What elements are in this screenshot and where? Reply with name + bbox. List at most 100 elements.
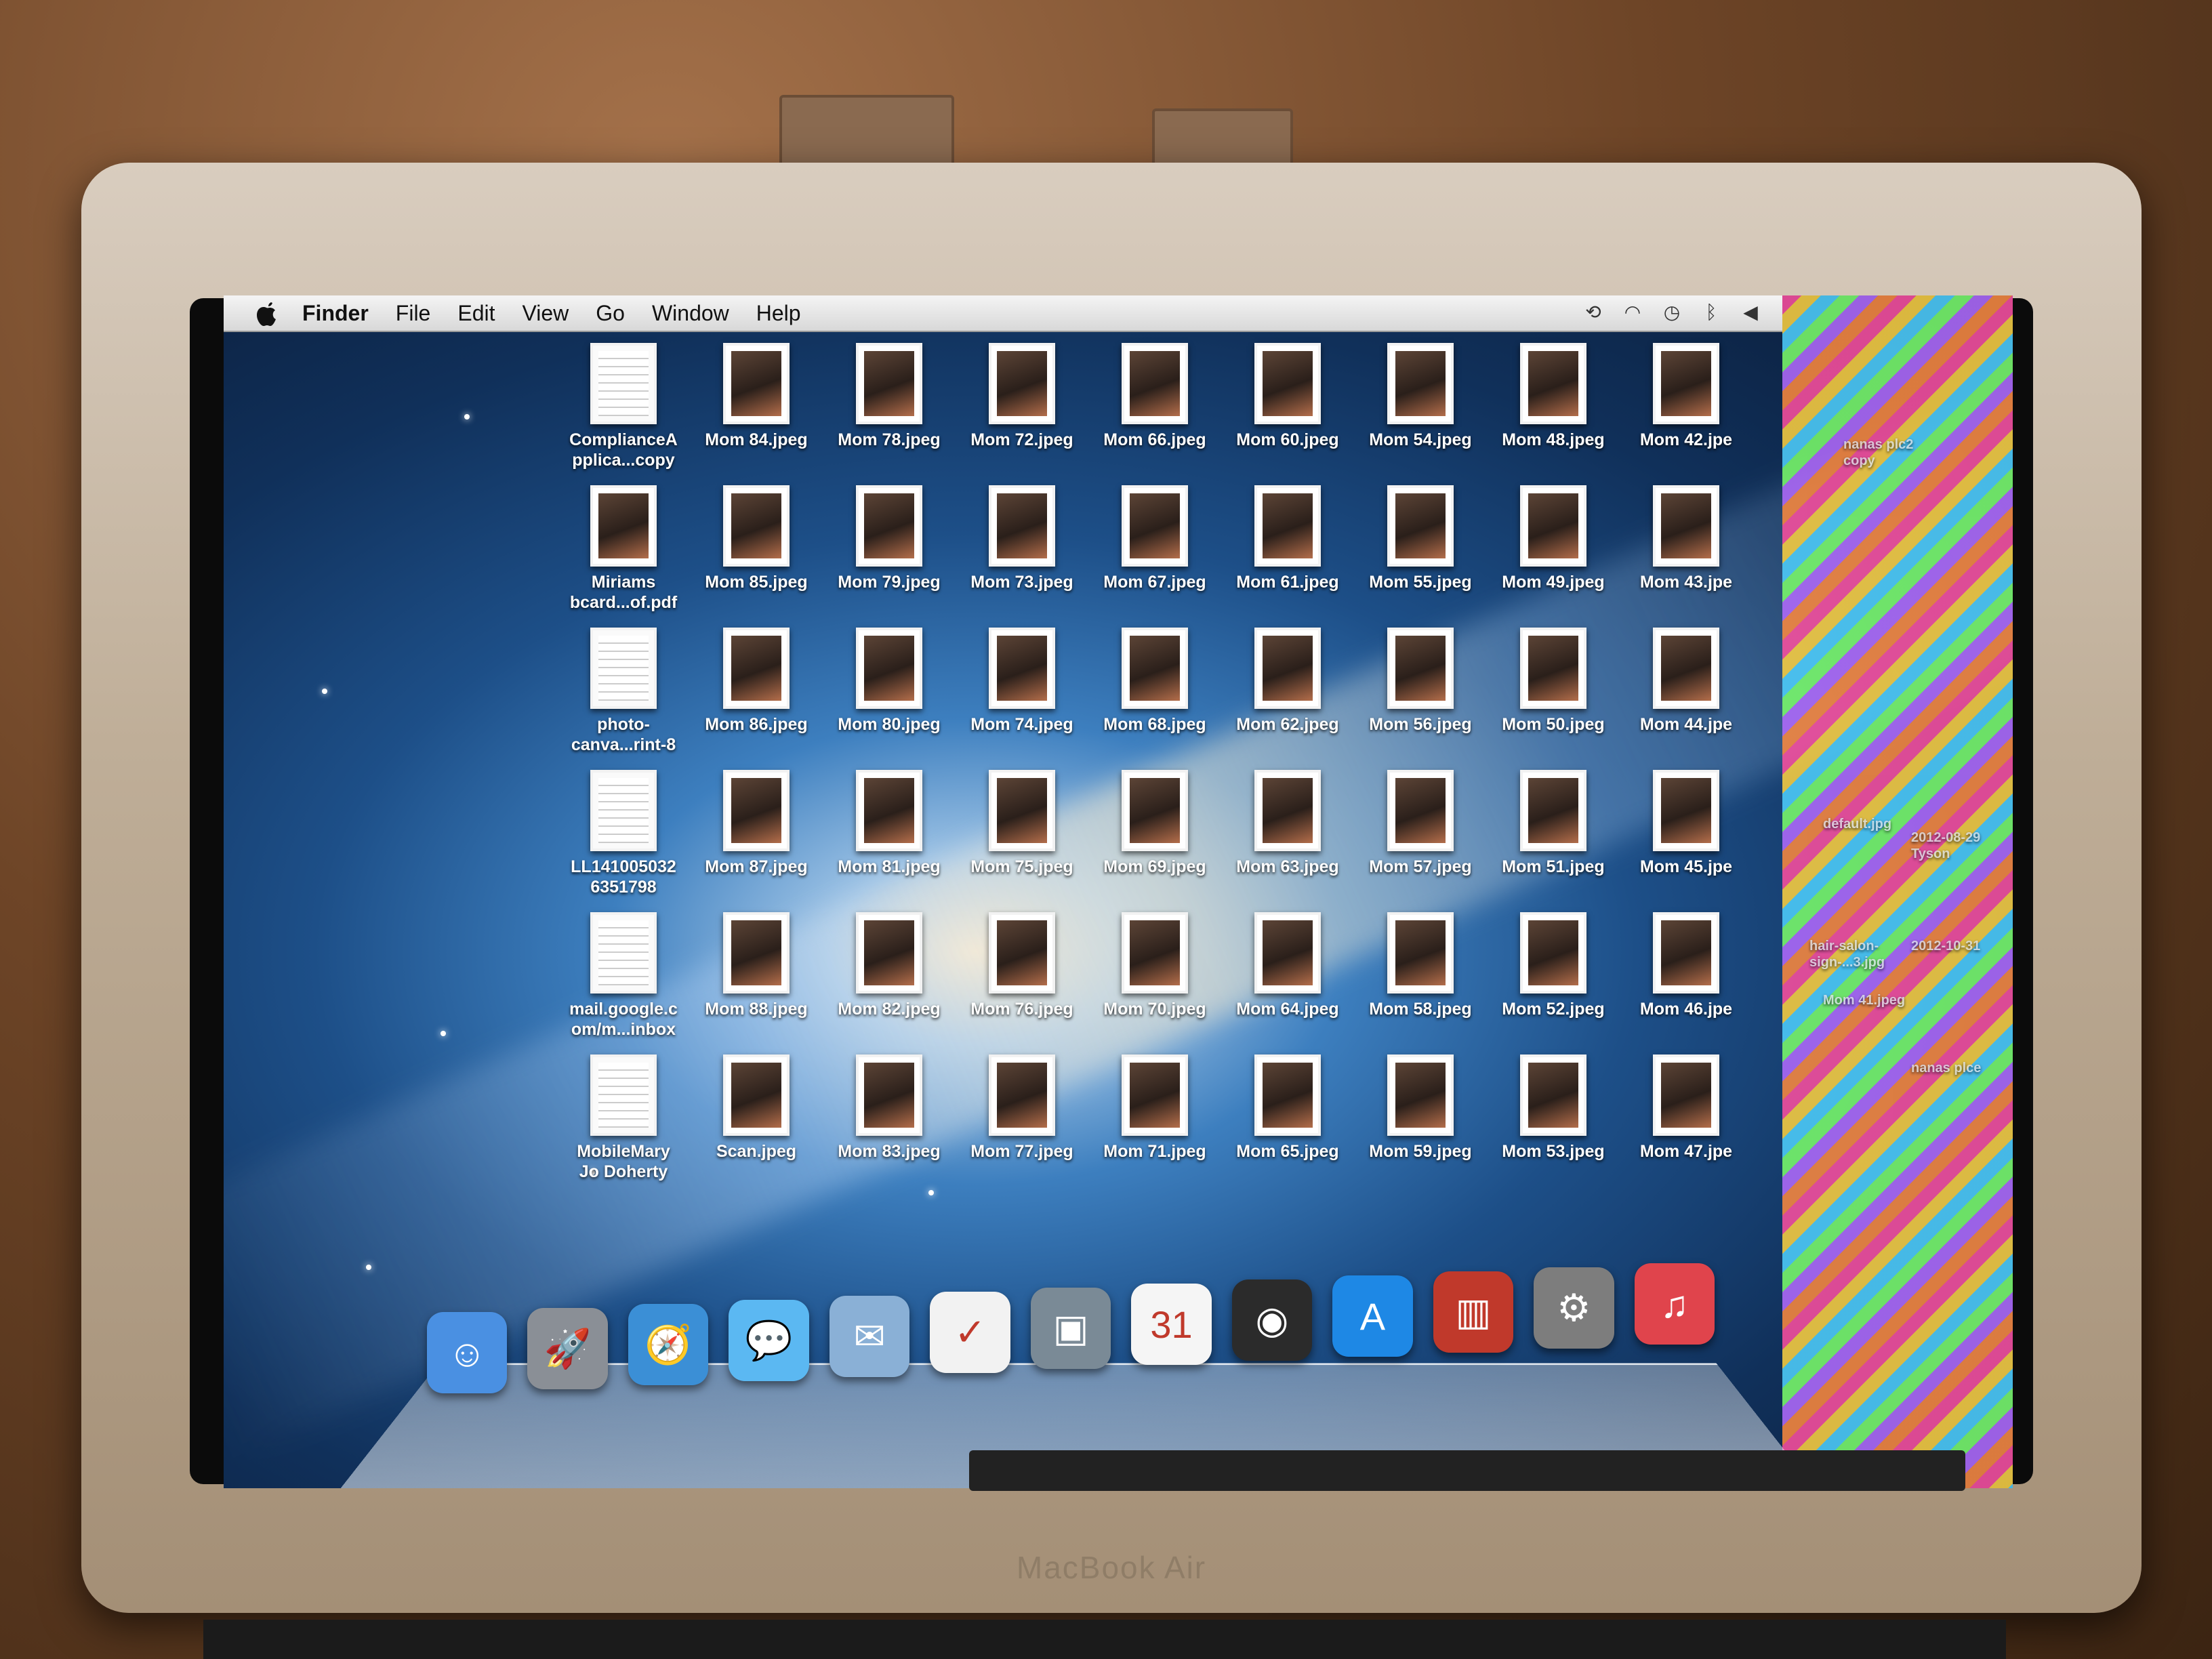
dock-icon-glyph: ▥	[1455, 1290, 1492, 1333]
desktop-icon[interactable]: Mom 82.jpeg	[825, 912, 954, 1019]
desktop-icon[interactable]: Mom 47.jpe	[1622, 1054, 1750, 1162]
desktop-icon[interactable]: Mom 56.jpeg	[1356, 628, 1485, 735]
itunes-dock-icon[interactable]: ♫	[1634, 1263, 1715, 1345]
launchpad-dock-icon[interactable]: 🚀	[527, 1308, 608, 1389]
desktop-icon[interactable]: LL141005032 6351798	[559, 770, 688, 897]
desktop-icon[interactable]: Mom 46.jpe	[1622, 912, 1750, 1019]
desktop-icon[interactable]: Mom 55.jpeg	[1356, 485, 1485, 592]
wifi-icon[interactable]: ◠	[1621, 301, 1644, 324]
glitch-icon-label[interactable]: nanas plc2 copy	[1843, 436, 1945, 469]
desktop-icon[interactable]: photo- canva...rint-8	[559, 628, 688, 755]
desktop-icon[interactable]: Mom 86.jpeg	[692, 628, 821, 735]
desktop-icon[interactable]: mail.google.c om/m...inbox	[559, 912, 688, 1040]
menu-edit[interactable]: Edit	[457, 301, 495, 326]
desktop-icon[interactable]: Mom 87.jpeg	[692, 770, 821, 877]
desktop-icon[interactable]: Mom 49.jpeg	[1489, 485, 1618, 592]
glitch-icon-label[interactable]: hair-salon- sign-...3.jpg	[1809, 938, 1911, 970]
app-store-dock-icon[interactable]: A	[1332, 1275, 1413, 1357]
desktop-icon[interactable]: Mom 62.jpeg	[1223, 628, 1352, 735]
desktop-icon[interactable]: Mom 60.jpeg	[1223, 343, 1352, 450]
desktop-icon[interactable]: Mom 77.jpeg	[958, 1054, 1086, 1162]
desktop-icon-label: Mom 78.jpeg	[838, 430, 941, 449]
time-machine-icon[interactable]: ⟲	[1582, 301, 1605, 324]
menu-help[interactable]: Help	[756, 301, 801, 326]
desktop-icon[interactable]: Mom 45.jpe	[1622, 770, 1750, 877]
clock-icon[interactable]: ◷	[1660, 301, 1683, 324]
desktop-icon[interactable]: Mom 51.jpeg	[1489, 770, 1618, 877]
desktop-icon[interactable]: Mom 83.jpeg	[825, 1054, 954, 1162]
menu-window[interactable]: Window	[652, 301, 729, 326]
desktop-icon[interactable]: Mom 84.jpeg	[692, 343, 821, 450]
facetime-dock-icon[interactable]: ◉	[1231, 1279, 1313, 1361]
desktop-icon[interactable]: Mom 52.jpeg	[1489, 912, 1618, 1019]
desktop-icon[interactable]: Mom 70.jpeg	[1090, 912, 1219, 1019]
desktop-icon-label: Mom 83.jpeg	[838, 1142, 941, 1161]
desktop-icon[interactable]: Mom 57.jpeg	[1356, 770, 1485, 877]
desktop-icon[interactable]: Mom 85.jpeg	[692, 485, 821, 592]
calendar-dock-icon[interactable]: 31	[1131, 1284, 1212, 1365]
desktop-icon[interactable]: Scan.jpeg	[692, 1054, 821, 1162]
desktop-icon[interactable]: Mom 54.jpeg	[1356, 343, 1485, 450]
glitch-icon-label[interactable]: 2012-08-29 Tyson	[1911, 830, 2013, 862]
desktop-icon[interactable]: Mom 66.jpeg	[1090, 343, 1219, 450]
desktop-icon-label: Mom 85.jpeg	[705, 573, 808, 592]
desktop-icon[interactable]: Mom 63.jpeg	[1223, 770, 1352, 877]
desktop-icon-label: Mom 74.jpeg	[970, 715, 1073, 734]
desktop-icon[interactable]: Mom 72.jpeg	[958, 343, 1086, 450]
desktop-icon[interactable]: Miriams bcard...of.pdf	[559, 485, 688, 613]
system-preferences-dock-icon[interactable]: ⚙	[1534, 1267, 1614, 1349]
glitch-icon-label[interactable]: nanas plce	[1911, 1060, 2013, 1076]
desktop-icon[interactable]: Mom 73.jpeg	[958, 485, 1086, 592]
desktop-icon[interactable]: Mom 75.jpeg	[958, 770, 1086, 877]
desktop-icon[interactable]: Mom 67.jpeg	[1090, 485, 1219, 592]
desktop-icon[interactable]: Mom 43.jpe	[1622, 485, 1750, 592]
desktop-icon[interactable]: Mom 76.jpeg	[958, 912, 1086, 1019]
photo-thumbnail	[856, 912, 922, 994]
desktop-icon[interactable]: Mom 71.jpeg	[1090, 1054, 1219, 1162]
photo-booth-dock-icon[interactable]: ▥	[1433, 1271, 1514, 1353]
finder-dock-icon[interactable]: ☺	[427, 1312, 508, 1393]
messages-dock-icon[interactable]: 💬	[729, 1300, 809, 1381]
photo-thumbnail	[1520, 485, 1586, 567]
desktop-icon[interactable]: Mom 74.jpeg	[958, 628, 1086, 735]
photo-thumbnail	[1653, 1054, 1719, 1136]
desktop-icon-label: Mom 57.jpeg	[1369, 857, 1472, 876]
desktop-icon[interactable]: Mom 48.jpeg	[1489, 343, 1618, 450]
dock-icon-glyph: 31	[1150, 1303, 1193, 1346]
mail-dock-icon[interactable]: ✉	[829, 1296, 910, 1377]
desktop-icon[interactable]: Mom 79.jpeg	[825, 485, 954, 592]
desktop-icon[interactable]: Mom 64.jpeg	[1223, 912, 1352, 1019]
desktop-icon[interactable]: Mom 50.jpeg	[1489, 628, 1618, 735]
glitch-icon-label[interactable]: default.jpg	[1823, 816, 1925, 832]
desktop-icon[interactable]: Mom 80.jpeg	[825, 628, 954, 735]
menu-view[interactable]: View	[522, 301, 569, 326]
glitch-icon-label[interactable]: Mom 41.jpeg	[1823, 992, 1925, 1008]
reminders-dock-icon[interactable]: ✓	[930, 1292, 1010, 1373]
menu-file[interactable]: File	[396, 301, 431, 326]
desktop-icon-label: Mom 56.jpeg	[1369, 715, 1472, 734]
desktop-icon[interactable]: Mom 59.jpeg	[1356, 1054, 1485, 1162]
safari-dock-icon[interactable]: 🧭	[628, 1304, 709, 1385]
desktop-icon[interactable]: ComplianceA pplica...copy	[559, 343, 688, 470]
menu-go[interactable]: Go	[596, 301, 625, 326]
glitch-icon-label[interactable]: 2012-10-31	[1911, 938, 2013, 954]
desktop-icon[interactable]: Mom 68.jpeg	[1090, 628, 1219, 735]
bluetooth-icon[interactable]: ᛒ	[1700, 301, 1723, 324]
desktop-icon-label: Mom 55.jpeg	[1369, 573, 1472, 592]
desktop-icon[interactable]: MobileMary Jo Doherty	[559, 1054, 688, 1182]
desktop-icon[interactable]: Mom 65.jpeg	[1223, 1054, 1352, 1162]
preview-dock-icon[interactable]: ▣	[1030, 1288, 1111, 1369]
desktop-icon[interactable]: Mom 61.jpeg	[1223, 485, 1352, 592]
desktop-icon[interactable]: Mom 88.jpeg	[692, 912, 821, 1019]
apple-menu-icon[interactable]	[251, 298, 282, 329]
desktop-icon[interactable]: Mom 78.jpeg	[825, 343, 954, 450]
desktop-icon[interactable]: Mom 69.jpeg	[1090, 770, 1219, 877]
menu-finder[interactable]: Finder	[302, 301, 369, 326]
photo-thumbnail	[1387, 628, 1454, 709]
desktop-icon[interactable]: Mom 42.jpe	[1622, 343, 1750, 450]
desktop-icon[interactable]: Mom 81.jpeg	[825, 770, 954, 877]
desktop-icon[interactable]: Mom 58.jpeg	[1356, 912, 1485, 1019]
desktop-icon[interactable]: Mom 53.jpeg	[1489, 1054, 1618, 1162]
volume-icon[interactable]: ◀	[1739, 301, 1762, 324]
desktop-icon[interactable]: Mom 44.jpe	[1622, 628, 1750, 735]
